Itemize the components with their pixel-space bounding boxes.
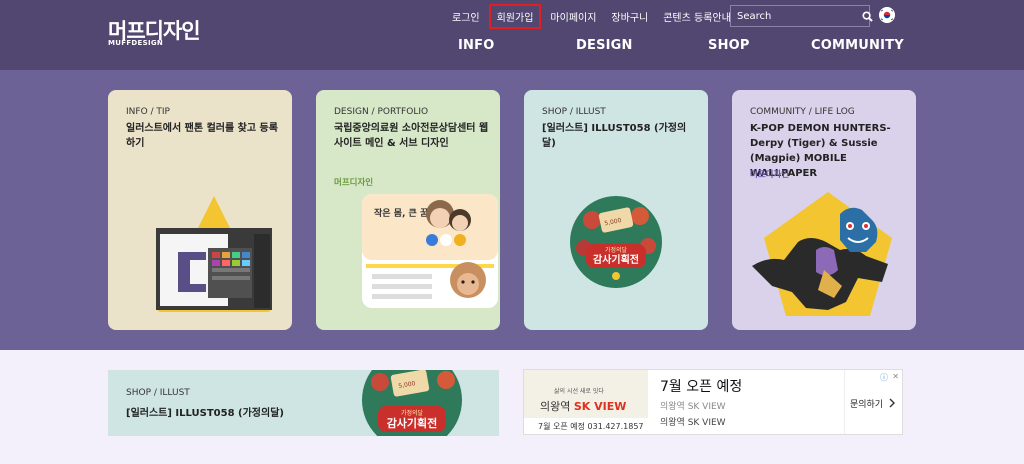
ad-image-station: 의왕역 [540, 400, 571, 413]
card-shop-illust[interactable]: SHOP / ILLUST [일러스트] ILLUST058 (가정의달) 5,… [524, 90, 708, 330]
card-community-lifelog[interactable]: COMMUNITY / LIFE LOG K-POP DEMON HUNTERS… [732, 90, 916, 330]
card-design-portfolio[interactable]: DESIGN / PORTFOLIO 국립중앙의료원 소아전문상담센터 웹사이트… [316, 90, 500, 330]
card-thumbnail-website: 작은 몸, 큰 꿈 [362, 194, 498, 308]
ad-cta-label: 문의하기 [849, 399, 884, 410]
card-author: 머프디자인 [334, 178, 374, 188]
card-category: SHOP / ILLUST [542, 107, 606, 117]
search-icon[interactable] [862, 6, 873, 26]
bottom-card-shop-illust[interactable]: SHOP / ILLUST [일러스트] ILLUST058 (가정의달) 5,… [108, 370, 499, 436]
nav-community[interactable]: COMMUNITY [811, 38, 904, 53]
card-category: COMMUNITY / LIFE LOG [750, 107, 855, 117]
advertisement[interactable]: 삶의 시선 새로 잇다 의왕역 SK VIEW 7월 오픈 예정 031.427… [523, 369, 903, 435]
portfolio-headline: 작은 몸, 큰 꿈 [374, 208, 428, 219]
search-input[interactable] [731, 6, 862, 26]
featured-band: INFO / TIP 일러스트에서 팬톤 컬러를 찾고 등록하기 DESIGN … [0, 70, 1024, 350]
ad-image-slogan: 삶의 시선 새로 잇다 [554, 388, 604, 395]
card-category: DESIGN / PORTFOLIO [334, 107, 429, 117]
card-thumbnail-illust058: 5,000 가정의달 감사기획전 [570, 196, 662, 288]
search-box [730, 5, 873, 27]
card-title: 일러스트에서 팬톤 컬러를 찾고 등록하기 [126, 123, 278, 149]
card-thumbnail-kpop-wallpaper [752, 192, 892, 316]
card-author: 머프디자인 [750, 170, 790, 180]
ad-headline[interactable]: 7월 오픈 예정 [660, 376, 742, 396]
card-title: 국립중앙의료원 소아전문상담센터 웹사이트 메인 & 서브 디자인 [334, 123, 489, 149]
utility-nav: 로그인 회원가입 마이페이지 장바구니 콘텐츠 등록안내 [446, 3, 740, 29]
mypage-link[interactable]: 마이페이지 [544, 6, 602, 27]
ad-image-contact: 7월 오픈 예정 031.427.1857 [524, 418, 648, 434]
ad-image-brand: 의왕역 SK VIEW [540, 398, 626, 414]
ad-image[interactable]: 삶의 시선 새로 잇다 의왕역 SK VIEW 7월 오픈 예정 031.427… [524, 370, 648, 434]
bottom-illust-badge-main: 감사기획전 [387, 416, 438, 430]
main-nav: INFO DESIGN SHOP COMMUNITY [0, 38, 1024, 58]
korean-flag-icon[interactable] [879, 7, 895, 23]
illust-badge-main: 감사기획전 [593, 253, 639, 266]
ad-image-brand-name: SK VIEW [573, 400, 627, 413]
chevron-right-icon [889, 398, 896, 408]
login-link[interactable]: 로그인 [446, 6, 486, 27]
nav-design[interactable]: DESIGN [576, 38, 633, 53]
card-thumbnail-illustrator [156, 196, 272, 312]
signup-link[interactable]: 회원가입 [488, 3, 542, 29]
ad-subline-2: 의왕역 SK VIEW [660, 418, 726, 428]
cart-link[interactable]: 장바구니 [605, 6, 654, 27]
ad-subline: 의왕역 SK VIEW [660, 402, 726, 412]
site-header: 머프디자인 MUFFDESIGN 로그인 회원가입 마이페이지 장바구니 콘텐츠… [0, 0, 1024, 70]
content-guide-link[interactable]: 콘텐츠 등록안내 [657, 6, 737, 27]
card-category: SHOP / ILLUST [126, 388, 190, 398]
card-title: [일러스트] ILLUST058 (가정의달) [542, 123, 687, 149]
nav-shop[interactable]: SHOP [708, 38, 750, 53]
bottom-illust-badge-top: 가정의달 [401, 409, 424, 417]
illust-badge-top: 가정의달 [605, 246, 628, 254]
card-category: INFO / TIP [126, 107, 170, 117]
card-info-tip[interactable]: INFO / TIP 일러스트에서 팬톤 컬러를 찾고 등록하기 [108, 90, 292, 330]
bottom-card-thumbnail: 5,000 가정의달 감사기획전 [362, 370, 462, 436]
nav-info[interactable]: INFO [458, 38, 494, 53]
ad-inquiry-button[interactable]: 문의하기 [844, 370, 902, 434]
card-title: [일러스트] ILLUST058 (가정의달) [126, 408, 284, 419]
